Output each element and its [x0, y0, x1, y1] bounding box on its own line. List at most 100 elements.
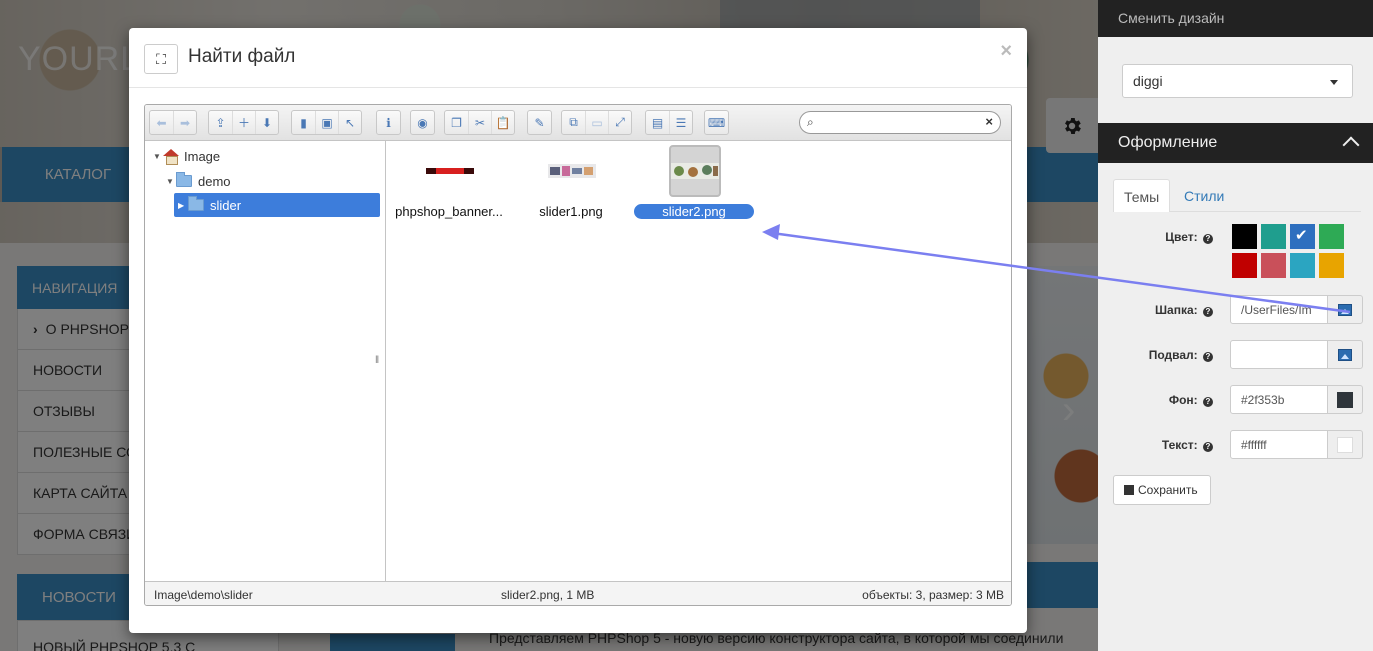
info-group: ℹ — [376, 110, 401, 135]
color-label: Цвет: ? — [1113, 230, 1213, 244]
file-name: slider1.png — [539, 204, 603, 219]
text-color-input[interactable]: #ffffff — [1230, 430, 1328, 459]
tree-node-demo[interactable]: ▼ demo — [166, 169, 231, 193]
search-input[interactable]: ⌕ × — [799, 111, 1001, 134]
back-icon[interactable]: ⬅ — [150, 111, 173, 134]
background-color-preview — [1337, 391, 1353, 408]
folder-icon — [188, 196, 204, 211]
footer-label: Подвал: ? — [1113, 348, 1213, 362]
header-image-button[interactable] — [1327, 295, 1363, 324]
color-swatch[interactable] — [1290, 224, 1315, 249]
info-icon[interactable]: ℹ — [377, 111, 400, 134]
list-view-icon[interactable]: ☰ — [669, 111, 692, 134]
resize-icon[interactable]: ⤢ — [608, 111, 631, 134]
preview-eye-icon[interactable]: ◉ — [411, 111, 434, 134]
expand-button[interactable]: ⛶ — [144, 44, 178, 74]
open-group: ▮ ▣ ↖ — [291, 110, 362, 135]
extract-icon[interactable]: ▭ — [585, 111, 608, 134]
clear-search-icon[interactable]: × — [985, 114, 993, 129]
copy-icon[interactable]: ❐ — [445, 111, 468, 134]
selection-info: slider2.png, 1 MB — [501, 588, 595, 602]
expand-arrow-icon[interactable]: ▼ — [153, 152, 163, 161]
file-item[interactable]: slider1.png — [511, 141, 631, 221]
save-button[interactable]: Сохранить — [1113, 475, 1211, 505]
help-icon[interactable]: ? — [1203, 307, 1213, 317]
color-swatch[interactable] — [1261, 253, 1286, 278]
decor-title: Оформление — [1118, 134, 1218, 151]
rename-icon[interactable]: ✎ — [528, 111, 551, 134]
help-icon[interactable]: ? — [1203, 442, 1213, 452]
icons-view-icon[interactable]: ▤ — [646, 111, 669, 134]
download-icon[interactable]: ⬇ — [255, 111, 278, 134]
help-icon[interactable]: ? — [1203, 352, 1213, 362]
file-item[interactable]: phpshop_banner... — [389, 141, 509, 221]
new-file-icon[interactable]: ＋ — [232, 111, 255, 134]
expand-arrow-icon[interactable]: ▼ — [166, 177, 176, 186]
options-group: ⌨ — [704, 110, 729, 135]
color-swatch[interactable] — [1319, 253, 1344, 278]
text-color-preview — [1337, 436, 1353, 453]
file-ops-group: ⇪ ＋ ⬇ — [208, 110, 279, 135]
tab-styles[interactable]: Стили — [1174, 179, 1234, 212]
history-group: ⬅ ➡ — [149, 110, 197, 135]
folder-icon — [176, 172, 192, 187]
home-icon — [163, 149, 179, 165]
expand-icon: ⛶ — [156, 50, 166, 67]
preview-group: ◉ — [410, 110, 435, 135]
color-swatch[interactable] — [1232, 224, 1257, 249]
header-label: Шапка: ? — [1113, 303, 1213, 317]
keyboard-icon[interactable]: ⌨ — [705, 111, 728, 134]
status-bar: Image\demo\slider slider2.png, 1 MB объе… — [145, 581, 1011, 605]
decor-tabs: Темы Стили — [1113, 179, 1361, 212]
tab-themes[interactable]: Темы — [1113, 179, 1171, 212]
color-swatch[interactable] — [1232, 253, 1257, 278]
tree-node-slider[interactable]: ▶ slider — [174, 193, 380, 217]
file-thumbnail — [669, 145, 721, 197]
select-icon[interactable]: ↖ — [338, 111, 361, 134]
background-color-input[interactable]: #2f353b — [1230, 385, 1328, 414]
chevron-up-icon[interactable] — [1342, 136, 1360, 154]
duplicate-icon[interactable]: ⧉ — [562, 111, 585, 134]
dialog-header: ⛶ Найти файл × — [129, 28, 1027, 88]
forward-icon[interactable]: ➡ — [173, 111, 196, 134]
current-path: Image\demo\slider — [154, 588, 253, 602]
footer-image-button[interactable] — [1327, 340, 1363, 369]
text-label: Текст: ? — [1113, 438, 1213, 452]
file-name: phpshop_banner... — [395, 204, 503, 219]
rename-group: ✎ — [527, 110, 552, 135]
close-button[interactable]: × — [1000, 40, 1012, 63]
decor-section-header[interactable]: Оформление — [1098, 123, 1373, 163]
color-swatch[interactable] — [1290, 253, 1315, 278]
file-thumbnail — [546, 145, 598, 197]
color-swatch[interactable] — [1261, 224, 1286, 249]
file-name: slider2.png — [634, 204, 754, 219]
file-manager: ⬅ ➡ ⇪ ＋ ⬇ ▮ ▣ ↖ ℹ ◉ ❐ ✂ 📋 ✎ ⧉ ▭ ⤢ ▤ ☰ ⌨ … — [144, 104, 1012, 606]
duplicate-group: ⧉ ▭ ⤢ — [561, 110, 632, 135]
file-manager-toolbar: ⬅ ➡ ⇪ ＋ ⬇ ▮ ▣ ↖ ℹ ◉ ❐ ✂ 📋 ✎ ⧉ ▭ ⤢ ▤ ☰ ⌨ … — [145, 105, 1011, 141]
color-swatch[interactable] — [1319, 224, 1344, 249]
background-label: Фон: ? — [1113, 393, 1213, 407]
footer-image-input[interactable] — [1230, 340, 1328, 369]
open-icon[interactable]: ▮ — [292, 111, 315, 134]
image-icon — [1338, 303, 1352, 316]
panel-resize-handle[interactable]: ‖ — [375, 355, 379, 366]
design-select[interactable]: diggi — [1122, 64, 1353, 98]
cut-icon[interactable]: ✂ — [468, 111, 491, 134]
file-thumbnail — [424, 145, 476, 197]
search-icon: ⌕ — [807, 115, 814, 129]
help-icon[interactable]: ? — [1203, 397, 1213, 407]
dialog-title: Найти файл — [188, 46, 296, 67]
save-icon[interactable]: ▣ — [315, 111, 338, 134]
header-image-input[interactable]: /UserFiles/Im — [1230, 295, 1328, 324]
file-grid: phpshop_banner... slider1.png slider2.pn… — [387, 141, 1011, 581]
background-color-picker[interactable] — [1327, 385, 1363, 414]
image-icon — [1338, 348, 1352, 361]
upload-icon[interactable]: ⇪ — [209, 111, 232, 134]
edit-group: ❐ ✂ 📋 — [444, 110, 515, 135]
help-icon[interactable]: ? — [1203, 234, 1213, 244]
file-item-selected[interactable]: slider2.png — [634, 141, 754, 221]
text-color-picker[interactable] — [1327, 430, 1363, 459]
paste-icon[interactable]: 📋 — [491, 111, 514, 134]
collapsed-arrow-icon[interactable]: ▶ — [178, 201, 188, 210]
tree-node-image[interactable]: ▼ Image — [153, 144, 220, 168]
